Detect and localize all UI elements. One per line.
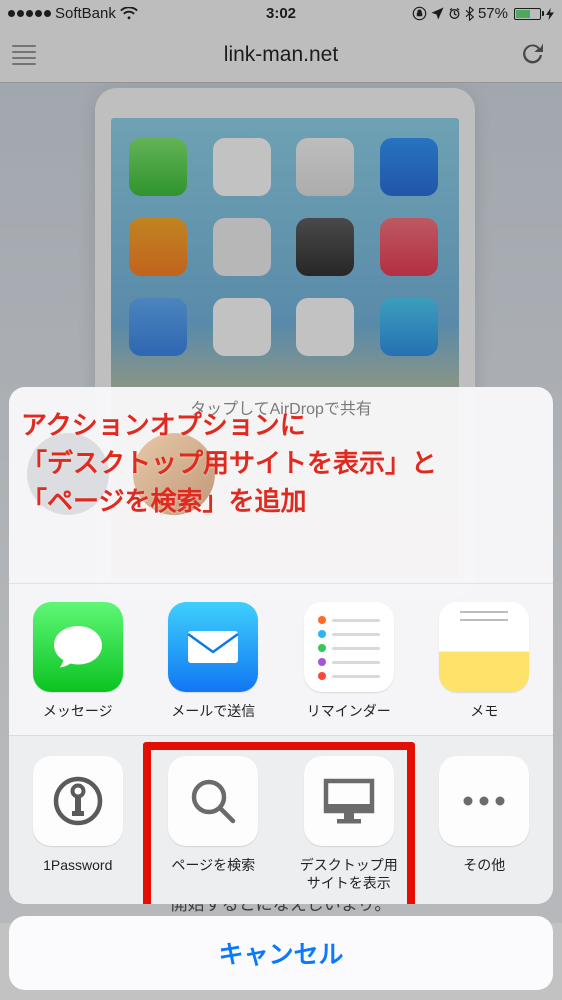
action-label: デスクトップ用サイトを表示 [294, 856, 404, 892]
cancel-button[interactable]: キャンセル [9, 916, 553, 990]
more-icon [439, 756, 529, 846]
airdrop-section: タップしてAirDropで共有 アクションオプションに 「デスクトップ用サイトを… [9, 387, 553, 583]
search-icon [168, 756, 258, 846]
reminders-icon [304, 602, 394, 692]
desktop-icon [304, 756, 394, 846]
app-label: リマインダー [294, 702, 404, 720]
annotation-line: 「ページを検索」を追加 [21, 483, 541, 521]
share-sheet: タップしてAirDropで共有 アクションオプションに 「デスクトップ用サイトを… [9, 387, 553, 990]
share-app-mail[interactable]: メールで送信 [159, 602, 269, 720]
app-label: メッセージ [23, 702, 133, 720]
share-app-reminders[interactable]: リマインダー [294, 602, 404, 720]
annotation-overlay: アクションオプションに 「デスクトップ用サイトを表示」と 「ページを検索」を追加 [21, 407, 541, 520]
action-1password[interactable]: 1Password [23, 756, 133, 892]
share-app-messages[interactable]: メッセージ [23, 602, 133, 720]
share-app-notes[interactable]: メモ [430, 602, 540, 720]
action-find-on-page[interactable]: ページを検索 [159, 756, 269, 892]
messages-icon [33, 602, 123, 692]
app-label: メールで送信 [159, 702, 269, 720]
notes-icon [439, 602, 529, 692]
action-label: 1Password [23, 856, 133, 874]
annotation-line: 「デスクトップ用サイトを表示」と [21, 445, 541, 483]
action-label: その他 [430, 856, 540, 874]
annotation-line: アクションオプションに [21, 407, 541, 445]
cancel-label: キャンセル [218, 941, 343, 969]
app-label: メモ [430, 702, 540, 720]
action-more[interactable]: その他 [430, 756, 540, 892]
share-actions-row[interactable]: 1Password ページを検索 デスクトップ用サイトを表示 [9, 735, 553, 904]
share-apps-row[interactable]: メッセージ メールで送信 リマインダー [9, 583, 553, 734]
action-desktop-site[interactable]: デスクトップ用サイトを表示 [294, 756, 404, 892]
mail-icon [168, 602, 258, 692]
action-label: ページを検索 [159, 856, 269, 874]
onepassword-icon [33, 756, 123, 846]
